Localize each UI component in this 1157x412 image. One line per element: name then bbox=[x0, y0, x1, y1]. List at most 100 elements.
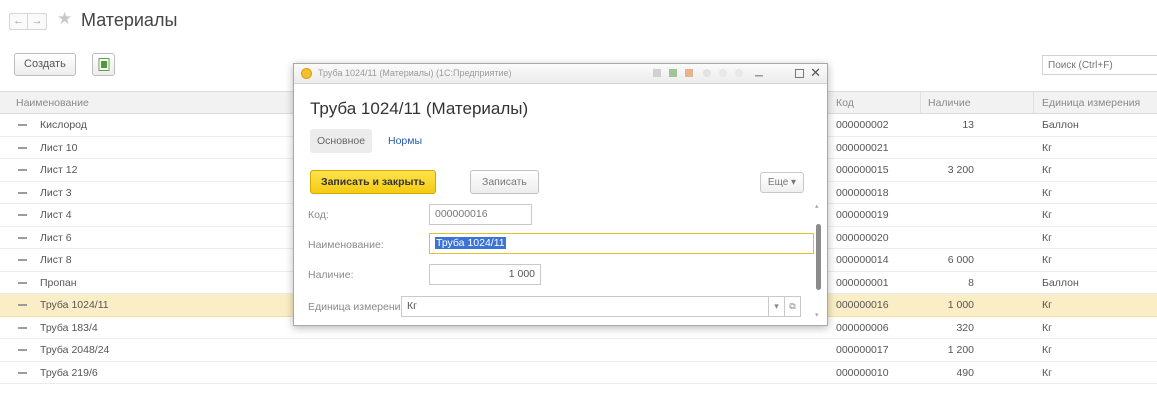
qty-label: Наличие: bbox=[308, 269, 354, 281]
favorite-star-icon[interactable]: ★ bbox=[57, 9, 72, 29]
cell-name: Лист 4 bbox=[40, 209, 72, 221]
cell-name: Лист 8 bbox=[40, 254, 72, 266]
qty-field[interactable]: 1 000 bbox=[429, 264, 541, 285]
item-marker-icon bbox=[18, 124, 27, 126]
cell-code: 000000021 bbox=[836, 141, 889, 154]
cell-unit: Кг bbox=[1042, 344, 1052, 356]
cell-name: Лист 10 bbox=[40, 141, 78, 154]
scrollbar-thumb[interactable] bbox=[816, 224, 821, 290]
maximize-icon[interactable] bbox=[795, 69, 804, 78]
cell-qty: 3 200 bbox=[947, 164, 974, 176]
item-marker-icon bbox=[18, 259, 27, 261]
item-marker-icon bbox=[18, 304, 27, 306]
back-icon[interactable]: ← bbox=[9, 13, 28, 30]
cell-unit: Баллон bbox=[1042, 119, 1079, 131]
cell-code: 000000010 bbox=[836, 366, 889, 379]
cell-code: 000000002 bbox=[836, 119, 889, 131]
column-header-qty[interactable]: Наличие bbox=[928, 97, 971, 109]
dialog-window-title: Труба 1024/11 (Материалы) (1С:Предприяти… bbox=[318, 68, 512, 78]
column-separator bbox=[1033, 92, 1034, 113]
cell-code: 000000017 bbox=[836, 344, 889, 356]
cell-name: Кислород bbox=[40, 119, 87, 131]
cell-unit: Кг bbox=[1042, 231, 1052, 244]
cell-unit: Кг bbox=[1042, 164, 1052, 176]
name-field[interactable]: Труба 1024/11 bbox=[429, 233, 814, 254]
cell-name: Пропан bbox=[40, 276, 77, 289]
search-input[interactable] bbox=[1042, 55, 1157, 75]
link-icon[interactable] bbox=[652, 68, 662, 78]
cell-unit: Кг bbox=[1042, 186, 1052, 199]
top-bar: ← → ★ Материалы bbox=[0, 0, 1157, 38]
code-label: Код: bbox=[308, 209, 329, 221]
tab-norms[interactable]: Нормы bbox=[388, 129, 422, 153]
forward-icon[interactable]: → bbox=[28, 13, 47, 30]
calendar-icon[interactable] bbox=[684, 68, 694, 78]
dialog-titlebar[interactable]: Труба 1024/11 (Материалы) (1С:Предприяти… bbox=[294, 64, 827, 84]
column-header-code[interactable]: Код bbox=[836, 97, 854, 109]
create-button[interactable]: Создать bbox=[14, 53, 76, 76]
cell-qty: 490 bbox=[956, 366, 974, 379]
column-separator bbox=[920, 92, 921, 113]
more-options-icon[interactable] bbox=[734, 68, 744, 78]
tab-main[interactable]: Основное bbox=[310, 129, 373, 153]
column-header-name[interactable]: Наименование bbox=[16, 97, 89, 109]
cell-unit: Кг bbox=[1042, 299, 1052, 311]
cell-code: 000000015 bbox=[836, 164, 889, 176]
cell-qty: 1 200 bbox=[947, 344, 974, 356]
info-icon[interactable] bbox=[702, 68, 712, 78]
cell-qty: 1 000 bbox=[947, 299, 974, 311]
item-marker-icon bbox=[18, 169, 27, 171]
cell-qty: 13 bbox=[962, 119, 974, 131]
save-button[interactable]: Записать bbox=[470, 170, 539, 194]
cell-name: Труба 1024/11 bbox=[40, 299, 109, 311]
cell-name: Труба 183/4 bbox=[40, 321, 98, 334]
scroll-down-icon[interactable]: ▾ bbox=[815, 311, 819, 319]
cell-code: 000000001 bbox=[836, 276, 889, 289]
cell-unit: Кг bbox=[1042, 321, 1052, 334]
cell-qty: 6 000 bbox=[947, 254, 974, 266]
material-form-dialog: Труба 1024/11 (Материалы) (1С:Предприяти… bbox=[293, 63, 828, 326]
grid-icon[interactable] bbox=[668, 68, 678, 78]
table-row[interactable]: Труба 219/6 000000010 490 Кг bbox=[0, 362, 1157, 384]
item-marker-icon bbox=[18, 191, 27, 194]
favorite-icon[interactable] bbox=[718, 68, 728, 78]
item-marker-icon bbox=[18, 146, 27, 149]
cell-name: Лист 6 bbox=[40, 231, 72, 244]
close-icon[interactable]: ✕ bbox=[810, 66, 821, 80]
cell-name: Лист 3 bbox=[40, 186, 72, 199]
app-logo-icon bbox=[301, 68, 312, 79]
name-field-value: Труба 1024/11 bbox=[435, 237, 506, 249]
open-icon[interactable]: ⧉ bbox=[785, 296, 801, 317]
column-header-unit[interactable]: Единица измерения bbox=[1042, 97, 1140, 109]
minimize-icon[interactable] bbox=[754, 68, 764, 78]
cell-code: 000000018 bbox=[836, 186, 889, 199]
cell-qty: 320 bbox=[956, 321, 974, 334]
unit-field[interactable]: Кг bbox=[401, 296, 769, 317]
item-marker-icon bbox=[18, 349, 27, 351]
cell-name: Труба 2048/24 bbox=[40, 344, 110, 356]
cell-name: Лист 12 bbox=[40, 164, 78, 176]
cell-unit: Баллон bbox=[1042, 276, 1079, 289]
more-button[interactable]: Еще ▾ bbox=[760, 172, 804, 193]
cell-code: 000000020 bbox=[836, 231, 889, 244]
export-button[interactable] bbox=[92, 53, 115, 76]
table-row[interactable]: Труба 2048/24 000000017 1 200 Кг bbox=[0, 339, 1157, 362]
item-marker-icon bbox=[18, 236, 27, 239]
scroll-up-icon[interactable]: ▴ bbox=[815, 202, 819, 210]
item-marker-icon bbox=[18, 371, 27, 374]
cell-unit: Кг bbox=[1042, 366, 1052, 379]
cell-unit: Кг bbox=[1042, 141, 1052, 154]
cell-code: 000000019 bbox=[836, 209, 889, 221]
dropdown-arrow-icon[interactable]: ▾ bbox=[769, 296, 785, 317]
page-title: Материалы bbox=[81, 10, 178, 30]
item-marker-icon bbox=[18, 326, 27, 329]
dialog-heading: Труба 1024/11 (Материалы) bbox=[310, 99, 529, 118]
cell-qty: 8 bbox=[968, 276, 974, 289]
unit-label: Единица измерения: bbox=[308, 301, 410, 313]
item-marker-icon bbox=[18, 214, 27, 216]
cell-unit: Кг bbox=[1042, 209, 1052, 221]
cell-name: Труба 219/6 bbox=[40, 366, 98, 379]
code-field[interactable]: 000000016 bbox=[429, 204, 532, 225]
name-label: Наименование: bbox=[308, 239, 384, 251]
save-and-close-button[interactable]: Записать и закрыть bbox=[310, 170, 437, 194]
